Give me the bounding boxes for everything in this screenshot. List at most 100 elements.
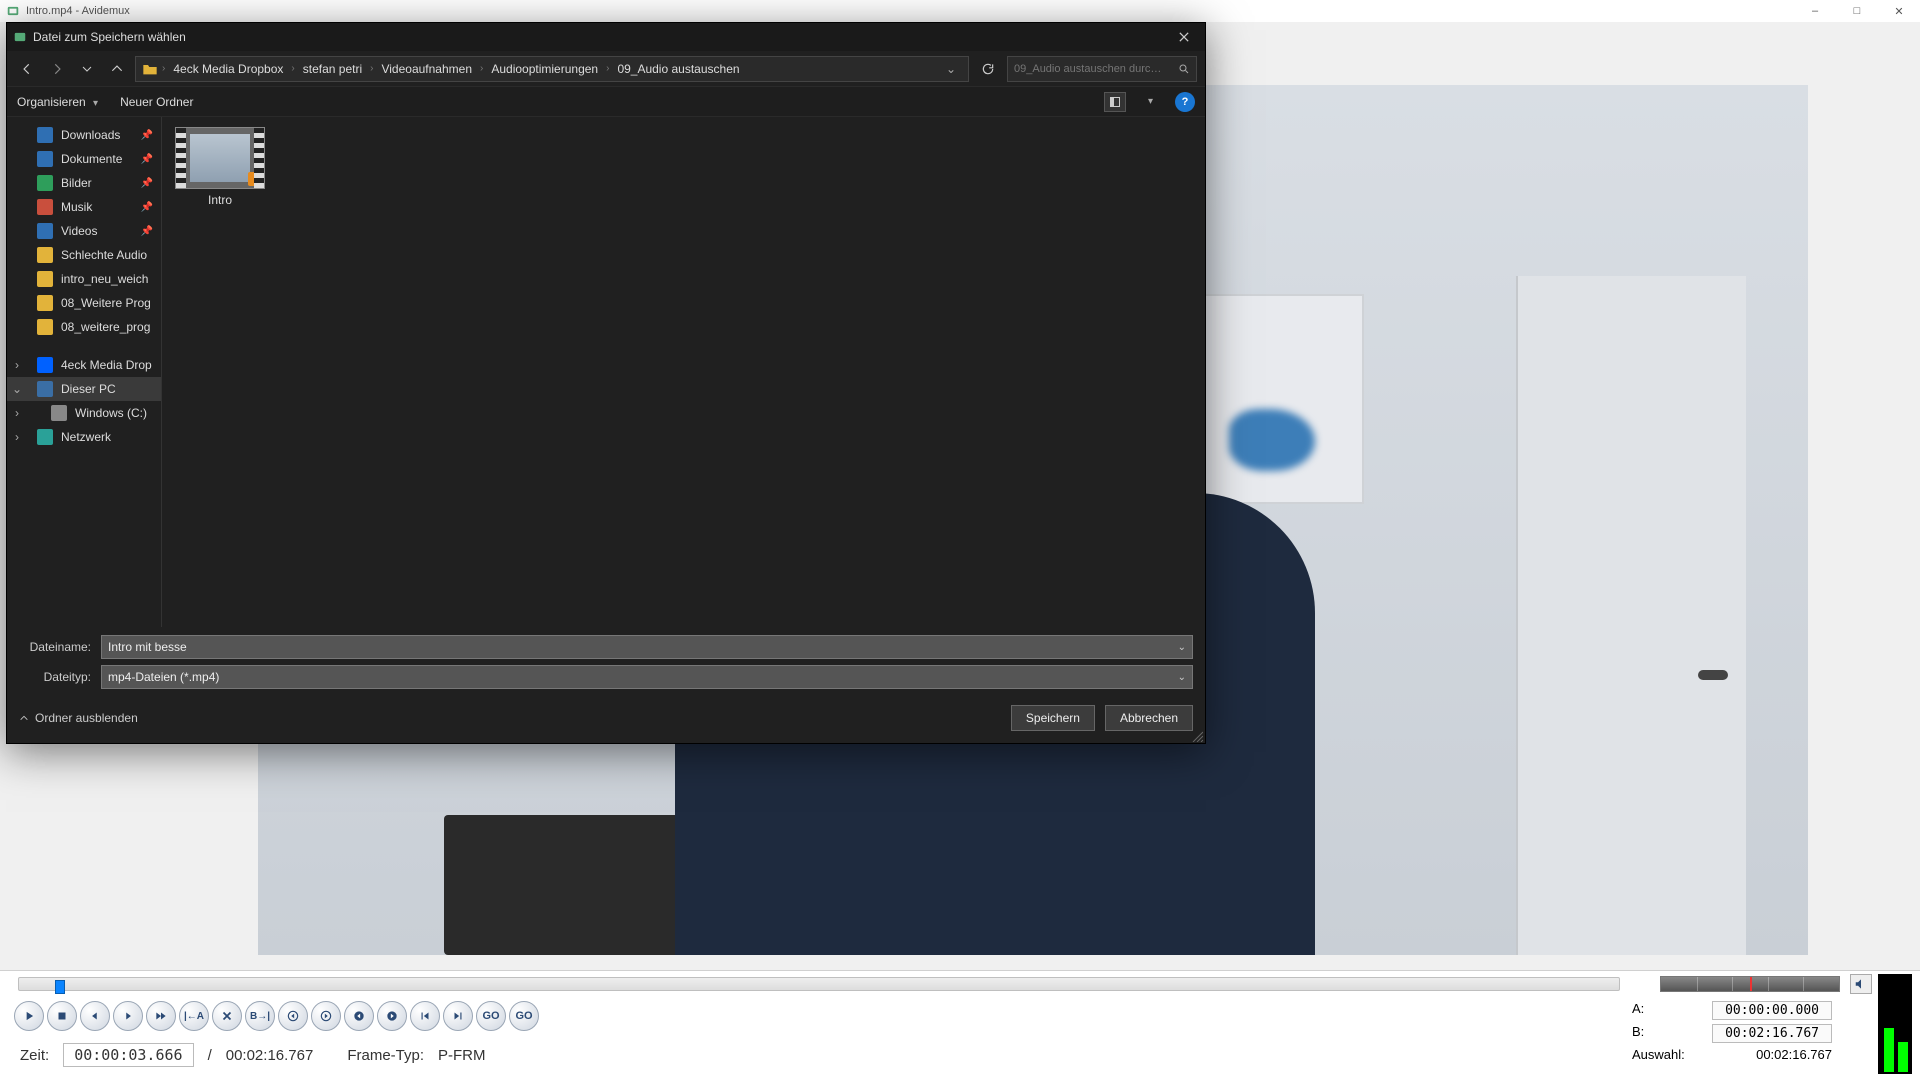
expand-icon[interactable]: ›: [11, 406, 23, 420]
chevron-down-icon[interactable]: ⌄: [1172, 672, 1186, 683]
sidebar-item[interactable]: Dokumente📌: [7, 147, 161, 171]
window-maximize-button[interactable]: □: [1836, 0, 1878, 22]
window-minimize-button[interactable]: –: [1794, 0, 1836, 22]
next-keyframe-button[interactable]: [311, 1001, 341, 1031]
sidebar-item-label: 4eck Media Drop: [61, 358, 152, 372]
sidebar-item[interactable]: 08_Weitere Prog: [7, 291, 161, 315]
breadcrumb-item[interactable]: stefan petri: [299, 62, 366, 76]
selection-value: 00:02:16.767: [1756, 1047, 1832, 1062]
sidebar-item-label: Schlechte Audio: [61, 248, 147, 262]
status-row: Zeit: 00:00:03.666 / 00:02:16.767 Frame-…: [20, 1043, 1620, 1067]
filename-combo[interactable]: ⌄: [101, 635, 1193, 659]
pin-icon: 📌: [141, 226, 153, 237]
play-button[interactable]: [14, 1001, 44, 1031]
cancel-button[interactable]: Abbrechen: [1105, 705, 1193, 731]
dialog-nav: › 4eck Media Dropbox› stefan petri› Vide…: [7, 51, 1205, 87]
resize-grip[interactable]: [1191, 729, 1203, 741]
next-black-button[interactable]: [377, 1001, 407, 1031]
set-marker-a-button[interactable]: |←A: [179, 1001, 209, 1031]
delete-button[interactable]: [212, 1001, 242, 1031]
breadcrumb-item[interactable]: Videoaufnahmen: [377, 62, 476, 76]
window-close-button[interactable]: ✕: [1878, 0, 1920, 22]
arrow-right-icon: [50, 62, 64, 76]
dialog-close-button[interactable]: [1169, 26, 1199, 48]
goto-marker-a-button[interactable]: GO: [476, 1001, 506, 1031]
b-value: 00:02:16.767: [1712, 1024, 1832, 1043]
audio-meter: [1660, 976, 1840, 992]
sidebar-item-label: Bilder: [61, 176, 92, 190]
blue-icon: [37, 223, 53, 239]
file-pane[interactable]: Intro: [162, 117, 1205, 627]
filename-input[interactable]: [108, 640, 1172, 654]
sidebar-item[interactable]: Videos📌: [7, 219, 161, 243]
nav-up-button[interactable]: [105, 57, 129, 81]
sidebar-item-label: 08_Weitere Prog: [61, 296, 151, 310]
prev-frame-button[interactable]: [80, 1001, 110, 1031]
view-mode-button[interactable]: [1104, 92, 1126, 112]
chevron-down-icon[interactable]: ⌄: [1172, 642, 1186, 653]
new-folder-button[interactable]: Neuer Ordner: [120, 95, 193, 109]
organize-menu[interactable]: Organisieren ▾: [17, 95, 102, 109]
nav-forward-button[interactable]: [45, 57, 69, 81]
breadcrumb[interactable]: › 4eck Media Dropbox› stefan petri› Vide…: [135, 56, 969, 82]
pc-icon: [37, 381, 53, 397]
dialog-titlebar: Datei zum Speichern wählen: [7, 23, 1205, 51]
search-input[interactable]: [1014, 63, 1172, 75]
set-marker-b-button[interactable]: B→|: [245, 1001, 275, 1031]
nav-recent-button[interactable]: [75, 57, 99, 81]
file-item[interactable]: Intro: [172, 127, 268, 207]
mute-button[interactable]: [1850, 974, 1872, 994]
b-label: B:: [1632, 1024, 1644, 1043]
next-frame-button[interactable]: [113, 1001, 143, 1031]
a-label: A:: [1632, 1001, 1644, 1020]
sidebar-item[interactable]: Bilder📌: [7, 171, 161, 195]
timeline[interactable]: [18, 977, 1620, 991]
fast-forward-button[interactable]: [146, 1001, 176, 1031]
file-item-label: Intro: [172, 193, 268, 207]
stop-button[interactable]: [47, 1001, 77, 1031]
goto-marker-b-button[interactable]: GO: [509, 1001, 539, 1031]
hide-folders-toggle[interactable]: Ordner ausblenden: [19, 711, 138, 725]
sidebar-location-item[interactable]: › Netzwerk: [7, 425, 161, 449]
red-icon: [37, 199, 53, 215]
prev-keyframe-button[interactable]: [278, 1001, 308, 1031]
sidebar-item-label: Netzwerk: [61, 430, 111, 444]
sidebar-item[interactable]: intro_neu_weich: [7, 267, 161, 291]
timeline-playhead[interactable]: [55, 980, 65, 994]
save-button[interactable]: Speichern: [1011, 705, 1095, 731]
sidebar-location-item[interactable]: › 4eck Media Drop: [7, 353, 161, 377]
view-icon: [1109, 96, 1121, 108]
help-button[interactable]: ?: [1175, 92, 1195, 112]
help-icon: ?: [1182, 96, 1189, 108]
time-value[interactable]: 00:00:03.666: [63, 1043, 193, 1067]
breadcrumb-item[interactable]: 4eck Media Dropbox: [169, 62, 287, 76]
bottom-bar: |←A B→| GO GO Zeit: 00:00:03.666 / 00:02…: [0, 970, 1920, 1080]
goto-end-button[interactable]: [443, 1001, 473, 1031]
sidebar-item[interactable]: Schlechte Audio: [7, 243, 161, 267]
speaker-icon: [1854, 977, 1868, 991]
breadcrumb-item[interactable]: 09_Audio austauschen: [613, 62, 743, 76]
view-mode-dropdown[interactable]: ▾: [1144, 96, 1157, 107]
sidebar-item[interactable]: 08_weitere_prog: [7, 315, 161, 339]
sidebar-item[interactable]: Musik📌: [7, 195, 161, 219]
frame-value: P-FRM: [438, 1047, 486, 1064]
expand-icon[interactable]: ›: [11, 430, 23, 444]
goto-start-button[interactable]: [410, 1001, 440, 1031]
breadcrumb-item[interactable]: Audiooptimierungen: [487, 62, 602, 76]
pin-icon: 📌: [141, 130, 153, 141]
folder-icon: [37, 319, 53, 335]
expand-icon[interactable]: ⌄: [11, 382, 23, 396]
sidebar-item[interactable]: Downloads📌: [7, 123, 161, 147]
refresh-icon: [981, 62, 995, 76]
sidebar-location-item[interactable]: ›Windows (C:): [7, 401, 161, 425]
prev-black-button[interactable]: [344, 1001, 374, 1031]
refresh-button[interactable]: [975, 56, 1001, 82]
search-box[interactable]: [1007, 56, 1197, 82]
filetype-combo[interactable]: mp4-Dateien (*.mp4) ⌄: [101, 665, 1193, 689]
sidebar-location-item[interactable]: ⌄Dieser PC: [7, 377, 161, 401]
nav-back-button[interactable]: [15, 57, 39, 81]
dialog-sidebar: Downloads📌Dokumente📌Bilder📌Musik📌Videos📌…: [7, 117, 162, 627]
expand-icon[interactable]: ›: [11, 358, 23, 372]
breadcrumb-dropdown[interactable]: ⌄: [940, 62, 962, 76]
app-icon: [6, 4, 20, 18]
